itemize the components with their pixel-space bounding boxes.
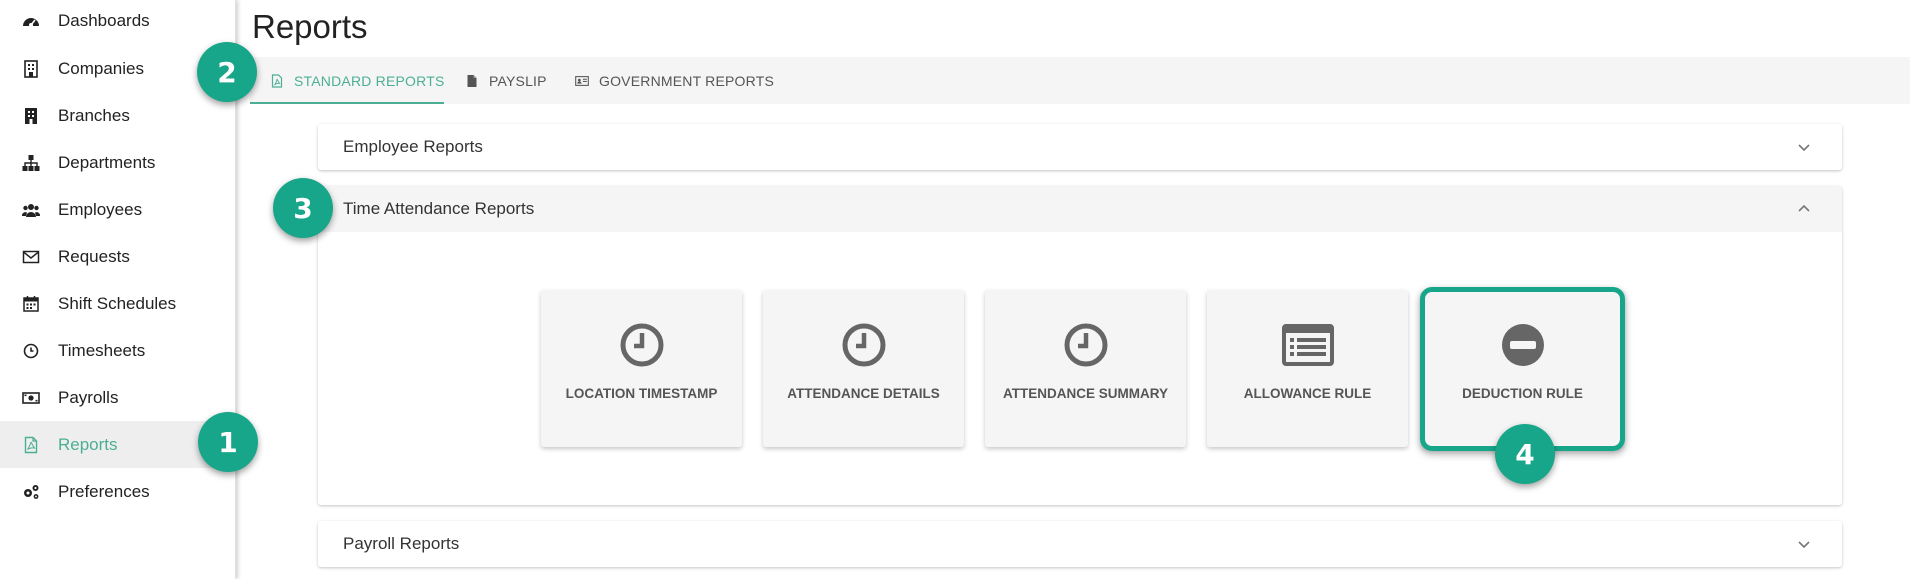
sidebar-item-branches[interactable]: Branches: [0, 92, 236, 139]
clock-icon: [616, 321, 668, 369]
clock-icon: [838, 321, 890, 369]
payroll-reports-panel: Payroll Reports: [318, 521, 1842, 567]
report-tabs: STANDARD REPORTS PAYSLIP GOVERNMENT REPO…: [250, 57, 1910, 104]
pdf-file-icon: [22, 436, 40, 454]
tab-government-reports[interactable]: GOVERNMENT REPORTS: [575, 57, 774, 104]
employee-reports-panel: Employee Reports: [318, 124, 1842, 170]
sidebar-item-dashboards[interactable]: Dashboards: [0, 0, 236, 44]
employee-reports-title: Employee Reports: [343, 137, 483, 156]
sidebar-item-preferences[interactable]: Preferences: [0, 468, 236, 515]
branch-building-icon: [22, 107, 40, 125]
employee-reports-header[interactable]: Employee Reports: [318, 124, 1842, 170]
chevron-down-icon: [1798, 541, 1810, 549]
sidebar-item-employees[interactable]: Employees: [0, 186, 236, 233]
users-icon: [22, 201, 40, 219]
report-card-attendance-details[interactable]: ATTENDANCE DETAILS: [763, 290, 964, 447]
chevron-up-icon: [1798, 204, 1810, 212]
report-card-attendance-summary[interactable]: ATTENDANCE SUMMARY: [985, 290, 1186, 447]
calendar-icon: [22, 295, 40, 313]
dashboard-icon: [22, 12, 40, 30]
report-card-allowance-rule[interactable]: ALLOWANCE RULE: [1207, 290, 1408, 447]
time-attendance-reports-header[interactable]: Time Attendance Reports: [318, 186, 1842, 232]
clock-icon: [1060, 321, 1112, 369]
active-tab-indicator: [250, 102, 444, 104]
sidebar-item-timesheets[interactable]: Timesheets: [0, 327, 236, 374]
money-icon: [22, 389, 40, 407]
clock-icon: [22, 342, 40, 360]
org-chart-icon: [22, 154, 40, 172]
step-badge-1: 1: [198, 412, 258, 472]
step-badge-3: 3: [273, 178, 333, 238]
sidebar-item-requests[interactable]: Requests: [0, 233, 236, 280]
step-badge-2: 2: [197, 42, 257, 102]
sidebar-item-shift-schedules[interactable]: Shift Schedules: [0, 280, 236, 327]
list-icon: [1281, 321, 1334, 369]
envelope-icon: [22, 248, 40, 266]
report-card-location-timestamp[interactable]: LOCATION TIMESTAMP: [541, 290, 742, 447]
id-card-icon: [575, 74, 589, 88]
payroll-reports-header[interactable]: Payroll Reports: [318, 521, 1842, 567]
tab-payslip[interactable]: PAYSLIP: [465, 57, 547, 104]
page-title: Reports: [252, 8, 368, 45]
pdf-file-icon: [270, 73, 284, 88]
gears-icon: [22, 483, 40, 501]
building-icon: [22, 59, 40, 78]
file-icon: [465, 74, 479, 88]
time-attendance-reports-title: Time Attendance Reports: [343, 199, 535, 218]
chevron-down-icon: [1798, 144, 1810, 152]
sidebar-item-payrolls[interactable]: Payrolls: [0, 374, 236, 421]
sidebar-item-departments[interactable]: Departments: [0, 139, 236, 186]
step-badge-4: 4: [1495, 424, 1555, 484]
payroll-reports-title: Payroll Reports: [343, 534, 460, 553]
tab-standard-reports[interactable]: STANDARD REPORTS: [270, 57, 444, 104]
